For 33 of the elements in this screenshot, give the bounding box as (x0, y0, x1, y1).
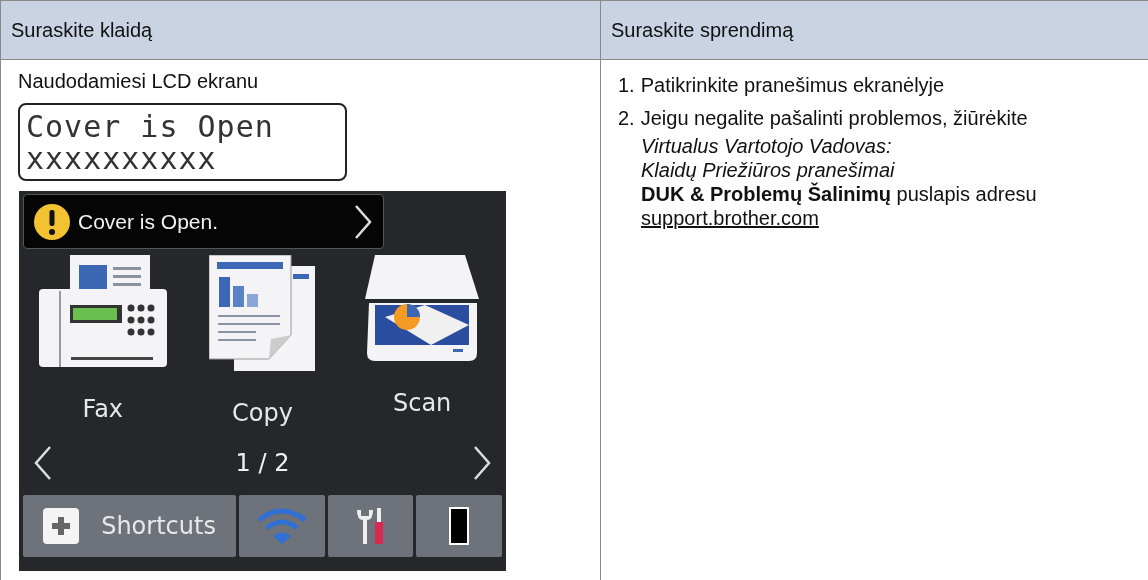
step-number: 2. (618, 107, 635, 130)
next-page-icon[interactable] (472, 445, 492, 481)
tile-label[interactable]: Fax (82, 395, 124, 423)
shortcuts-label: Shortcuts (101, 512, 216, 540)
wifi-icon (255, 508, 308, 544)
reference-text: Virtualus Vartotojo Vadovas: (641, 134, 892, 158)
reference-text: DUK & Problemų Šalinimų puslapis adresu (641, 182, 1037, 206)
previous-page-icon[interactable] (33, 445, 53, 481)
caption: Naudodamiesi LCD ekranu (18, 70, 260, 93)
page-indicator: 1 / 2 (235, 449, 290, 477)
step-text: Patikrinkite pranešimus ekranėlyje (640, 74, 945, 97)
warning-icon (34, 203, 70, 240)
settings-button[interactable] (327, 495, 414, 557)
fax-machine-icon (38, 255, 167, 367)
chevron-right-icon[interactable] (353, 203, 373, 240)
lcd-text: xxxxxxxxxx (26, 143, 217, 175)
plus-icon (43, 508, 80, 544)
shortcuts-button[interactable]: Shortcuts (23, 495, 237, 557)
column-header: Suraskite klaidą (1, 1, 601, 60)
support-link[interactable]: support.brother.com (641, 206, 819, 230)
tile-label[interactable]: Copy (232, 399, 293, 427)
ink-button[interactable] (416, 495, 502, 557)
lcd-text: Cover is Open (26, 111, 275, 143)
step-text: Jeigu negalite pašalinti problemos, žiūrėkite (640, 107, 1028, 130)
alert-bar[interactable]: Cover is Open. (23, 194, 384, 249)
reference-text: Klaidų Priežiūros pranešimai (641, 158, 895, 182)
column-header: Suraskite sprendimą (601, 1, 1148, 60)
ink-cartridge-icon (449, 507, 470, 545)
alert-text: Cover is Open. (78, 209, 220, 234)
step-number: 1. (618, 74, 635, 97)
scanner-icon (365, 255, 480, 361)
tile-label[interactable]: Scan (393, 389, 452, 417)
document-pages-icon (209, 255, 316, 371)
